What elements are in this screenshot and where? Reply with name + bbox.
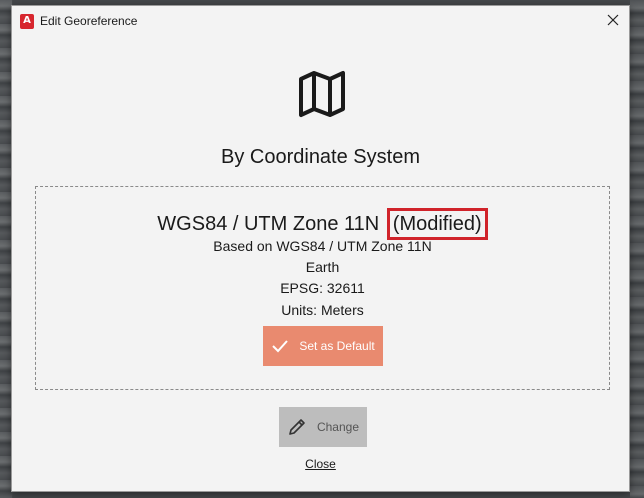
close-link[interactable]: Close (12, 457, 629, 471)
background-map-right (630, 0, 644, 498)
coordinate-system-panel: WGS84 / UTM Zone 11N (Modified) Based on… (35, 186, 610, 390)
map-icon (299, 71, 345, 117)
set-as-default-label: Set as Default (299, 339, 375, 353)
checkmark-icon (272, 340, 289, 353)
close-icon[interactable] (605, 12, 621, 28)
units-text: Units: Meters (281, 302, 364, 318)
pencil-icon (289, 419, 305, 435)
modified-badge: (Modified) (386, 208, 488, 240)
edit-georeference-dialog: A Edit Georeference By Coordinate System… (11, 5, 630, 492)
based-on-text: Based on WGS84 / UTM Zone 11N (213, 238, 432, 254)
coordinate-system-title: WGS84 / UTM Zone 11N (157, 213, 380, 235)
page-heading: By Coordinate System (221, 146, 420, 168)
change-button[interactable]: Change (279, 407, 367, 447)
title-bar: A Edit Georeference (12, 6, 629, 36)
app-icon: A (20, 14, 34, 29)
set-as-default-button[interactable]: Set as Default (263, 326, 383, 366)
change-label: Change (316, 420, 360, 434)
body-text: Earth (305, 259, 340, 275)
window-title: Edit Georeference (40, 14, 138, 28)
epsg-text: EPSG: 32611 (280, 280, 365, 296)
coordinate-system-name: WGS84 / UTM Zone 11N (Modified) (36, 208, 609, 240)
